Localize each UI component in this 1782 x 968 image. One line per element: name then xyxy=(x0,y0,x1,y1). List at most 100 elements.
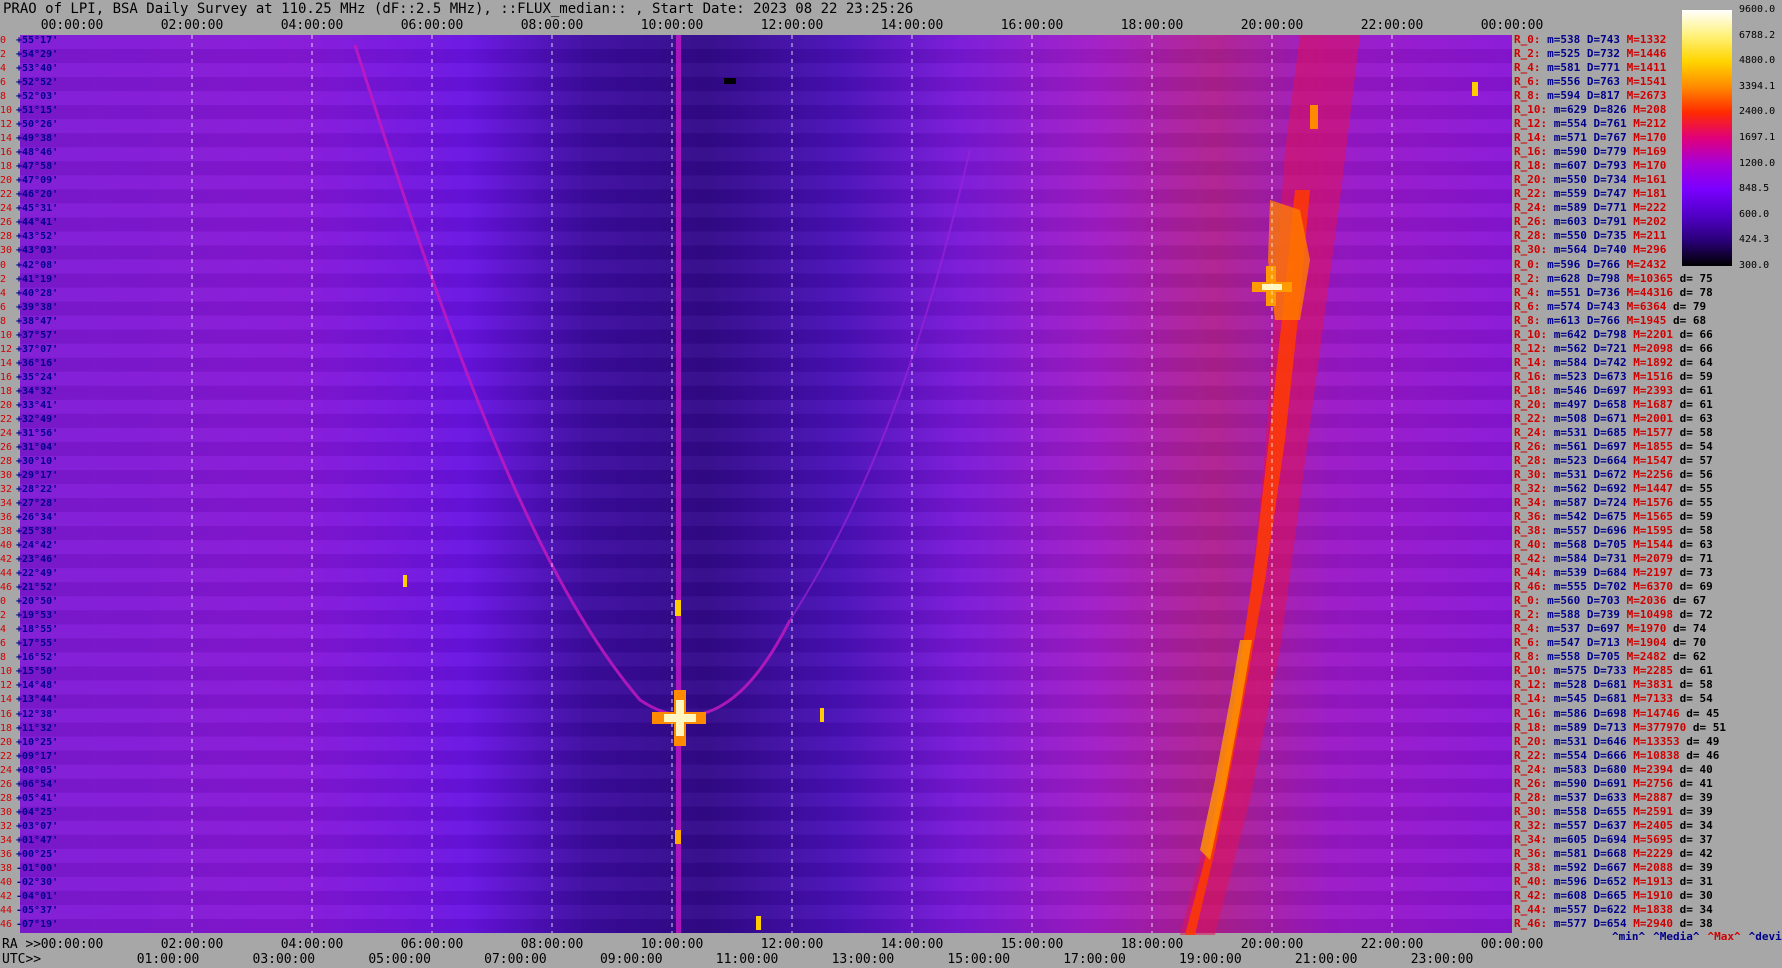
row-index: 16 xyxy=(0,371,13,383)
stats-r: R_16: xyxy=(1514,369,1554,383)
y-axis-row-label: 26 +31°04' xyxy=(0,442,58,454)
y-axis-row-label: 8 +52°03' xyxy=(0,91,58,103)
stats-dd: D=658 xyxy=(1593,397,1634,411)
stats-dd: D=666 xyxy=(1593,748,1634,762)
stats-dv: d= 56 xyxy=(1679,467,1713,481)
stats-row: R_38: m=592 D=667 M=2088 d= 39 xyxy=(1514,861,1713,875)
y-axis-row-label: 16 +35°24' xyxy=(0,372,58,384)
row-index: 24 xyxy=(0,764,13,776)
y-axis-row-label: 6 +39°38' xyxy=(0,302,58,314)
stats-row: R_6: m=547 D=713 M=1904 d= 70 xyxy=(1514,636,1706,650)
stats-row: R_6: m=556 D=763 M=1541 xyxy=(1514,75,1666,89)
row-index: 12 xyxy=(0,343,13,355)
stats-row: R_8: m=594 D=817 M=2673 xyxy=(1514,89,1666,103)
stats-dd: D=766 xyxy=(1586,313,1627,327)
stats-r: R_40: xyxy=(1514,538,1554,552)
stats-x: M=3831 xyxy=(1633,678,1680,692)
y-axis-row-label: 14 +49°38' xyxy=(0,133,58,145)
stats-m: m=537 xyxy=(1547,622,1587,636)
declination: +30°10' xyxy=(16,455,59,467)
stats-dd: D=668 xyxy=(1593,846,1634,860)
declination: +36°16' xyxy=(16,357,59,369)
declination: +29°17' xyxy=(16,469,59,481)
stats-x: M=2229 xyxy=(1633,846,1680,860)
stats-x: M=2673 xyxy=(1626,89,1667,103)
stats-m: m=603 xyxy=(1553,215,1594,229)
stats-row: R_10: m=642 D=798 M=2201 d= 66 xyxy=(1514,328,1713,342)
row-stripe xyxy=(20,765,1512,779)
row-index: 4 xyxy=(0,624,7,636)
row-index: 24 xyxy=(0,427,13,439)
stats-dd: D=826 xyxy=(1593,103,1634,117)
utc-tick-label: 01:00:00 xyxy=(136,952,200,967)
y-axis-row-label: 34 +27°28' xyxy=(0,498,58,510)
stats-r: R_28: xyxy=(1514,790,1554,804)
stats-x: M=1913 xyxy=(1633,874,1680,888)
stats-row: R_32: m=557 D=637 M=2405 d= 34 xyxy=(1514,819,1713,833)
stats-row: R_6: m=574 D=743 M=6364 d= 79 xyxy=(1514,300,1706,314)
stats-x: M=169 xyxy=(1633,145,1667,159)
bright-spot xyxy=(1310,105,1318,129)
row-index: 18 xyxy=(0,385,13,397)
declination: +43°03' xyxy=(16,245,59,257)
stats-dd: D=705 xyxy=(1593,538,1634,552)
stats-x: M=14746 xyxy=(1633,706,1687,720)
row-index: 32 xyxy=(0,820,13,832)
stats-r: R_24: xyxy=(1514,762,1554,776)
row-index: 2 xyxy=(0,49,7,61)
stats-m: m=587 xyxy=(1553,496,1594,510)
stats-m: m=588 xyxy=(1547,608,1587,622)
stats-row: R_18: m=589 D=713 M=377970 d= 51 xyxy=(1514,721,1726,735)
stats-r: R_40: xyxy=(1514,874,1554,888)
y-axis-row-label: 24 +45°31' xyxy=(0,203,58,215)
legend-entry: ^Media^ xyxy=(1653,930,1700,943)
stats-dv: d= 55 xyxy=(1679,482,1713,495)
top-tick-label: 08:00:00 xyxy=(520,18,584,33)
stats-m: m=584 xyxy=(1553,355,1594,369)
ra-tick-label: 02:00:00 xyxy=(160,937,224,952)
stats-m: m=575 xyxy=(1553,664,1594,678)
row-index: 16 xyxy=(0,708,13,720)
stats-dv: d= 51 xyxy=(1692,720,1726,734)
stats-r: R_36: xyxy=(1514,510,1554,524)
stats-dd: D=671 xyxy=(1593,411,1634,425)
stats-r: R_46: xyxy=(1514,580,1554,594)
declination: +47°58' xyxy=(16,161,59,173)
stats-r: R_10: xyxy=(1514,664,1554,678)
y-axis-row-label: 44 +22°49' xyxy=(0,568,58,580)
y-axis-row-label: 24 +31°56' xyxy=(0,428,58,440)
declination: +47°09' xyxy=(16,175,59,187)
stats-dv: d= 79 xyxy=(1672,299,1707,313)
stats-row: R_14: m=571 D=767 M=170 xyxy=(1514,131,1666,145)
stats-r: R_18: xyxy=(1514,383,1554,397)
stats-dv: d= 59 xyxy=(1679,510,1713,524)
row-index: 8 xyxy=(0,315,7,327)
stats-dv: d= 39 xyxy=(1679,804,1713,818)
row-stripe xyxy=(20,849,1512,863)
y-axis-row-label: 26 +44°41' xyxy=(0,217,58,229)
row-index: 42 xyxy=(0,890,13,902)
row-index: 20 xyxy=(0,736,13,748)
y-axis-row-label: 22 +46°20' xyxy=(0,189,58,201)
y-axis-row-label: 8 +16°52' xyxy=(0,652,58,664)
stats-dd: D=691 xyxy=(1593,776,1634,790)
stats-r: R_38: xyxy=(1514,524,1554,538)
colorbar-tick-label: 3394.1 xyxy=(1739,80,1776,92)
stats-dv: d= 63 xyxy=(1679,411,1713,425)
stats-x: M=2201 xyxy=(1633,327,1680,341)
stats-dv: d= 55 xyxy=(1679,496,1713,510)
stats-dd: D=673 xyxy=(1593,369,1634,383)
stats-dd: D=713 xyxy=(1586,636,1627,650)
top-tick-label: 22:00:00 xyxy=(1360,18,1424,33)
stats-m: m=531 xyxy=(1553,734,1594,748)
stats-r: R_2: xyxy=(1514,271,1548,285)
vertical-source-line xyxy=(676,35,681,933)
declination: +38°47' xyxy=(16,315,59,327)
legend-entry: ^min^ xyxy=(1612,930,1646,943)
stats-r: R_28: xyxy=(1514,453,1554,467)
declination: -07°19' xyxy=(16,918,59,930)
stats-r: R_16: xyxy=(1514,706,1554,720)
stats-row: R_16: m=523 D=673 M=1516 d= 59 xyxy=(1514,370,1713,384)
row-index: 6 xyxy=(0,301,7,313)
declination: +52°03' xyxy=(16,91,59,103)
